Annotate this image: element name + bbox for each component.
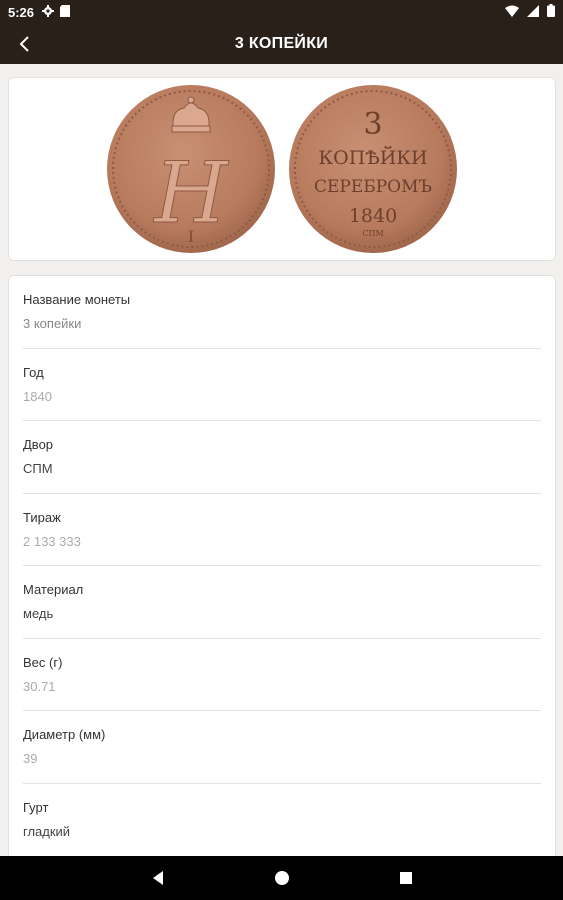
- field-value: медь: [23, 606, 54, 621]
- coin-obverse-numeral: I: [188, 227, 194, 246]
- app-bar: 3 КОПЕЙКИ: [0, 24, 563, 64]
- field-mintage: Тираж 2 133 333: [9, 494, 555, 566]
- page-title: 3 КОПЕЙКИ: [234, 35, 329, 52]
- coin-reverse-mint: СПМ: [362, 229, 383, 238]
- field-value: СПМ: [23, 461, 53, 476]
- field-name: Название монеты 3 копейки: [9, 276, 555, 349]
- gear-icon: [42, 4, 55, 20]
- field-value: 1840: [23, 388, 52, 404]
- field-label: Тираж: [23, 509, 61, 525]
- nav-home-button[interactable]: [270, 866, 294, 890]
- home-circle-icon: [274, 871, 289, 885]
- field-label: Вес (г): [23, 654, 63, 670]
- field-value: 30.71: [23, 678, 56, 694]
- field-edge: Гурт гладкий: [9, 784, 555, 857]
- field-label: Материал: [23, 582, 84, 597]
- wifi-icon: [505, 5, 519, 20]
- field-weight: Вес (г) 30.71: [9, 639, 555, 711]
- chevron-left-icon: [19, 36, 29, 52]
- coin-image-card: Н I 3 КОПѢЙКИ СЕРЕБРОМЪ 1840 СПМ: [8, 77, 556, 261]
- field-material: Материал медь: [9, 566, 555, 639]
- field-diameter: Диаметр (мм) 39: [9, 711, 555, 784]
- signal-icon: [527, 4, 539, 20]
- field-value: 39: [23, 751, 38, 766]
- coin-reverse-year: 1840: [349, 205, 397, 227]
- field-label: Двор: [23, 437, 54, 452]
- field-mint: Двор СПМ: [9, 421, 555, 494]
- sd-card-icon: [60, 4, 71, 20]
- coin-reverse-denomination: 3: [363, 107, 382, 142]
- back-triangle-icon: [152, 871, 163, 885]
- field-value: 3 копейки: [23, 316, 82, 331]
- nav-back-button[interactable]: [146, 866, 170, 890]
- status-bar: 5:26: [0, 0, 563, 24]
- field-label: Диаметр (мм): [23, 727, 106, 742]
- recents-square-icon: [399, 872, 412, 884]
- field-label: Год: [23, 364, 44, 380]
- coin-reverse-text-1: КОПѢЙКИ: [318, 146, 427, 169]
- field-year: Год 1840: [9, 349, 555, 421]
- coin-reverse-text-2: СЕРЕБРОМЪ: [314, 177, 432, 197]
- coin-reverse-image: 3 КОПѢЙКИ СЕРЕБРОМЪ 1840 СПМ: [289, 85, 457, 253]
- field-value: 2 133 333: [23, 533, 81, 549]
- field-label: Название монеты: [23, 292, 131, 307]
- nav-recents-button[interactable]: [394, 866, 418, 890]
- field-value: гладкий: [23, 823, 71, 839]
- coin-details-card: Название монеты 3 копейки Год 1840 Двор …: [8, 275, 556, 875]
- status-time: 5:26: [8, 4, 35, 20]
- battery-icon: [547, 4, 555, 20]
- field-label: Гурт: [23, 799, 49, 815]
- coin-obverse-image: Н I: [107, 85, 275, 253]
- back-button[interactable]: [10, 30, 38, 58]
- system-nav-bar: [0, 856, 563, 900]
